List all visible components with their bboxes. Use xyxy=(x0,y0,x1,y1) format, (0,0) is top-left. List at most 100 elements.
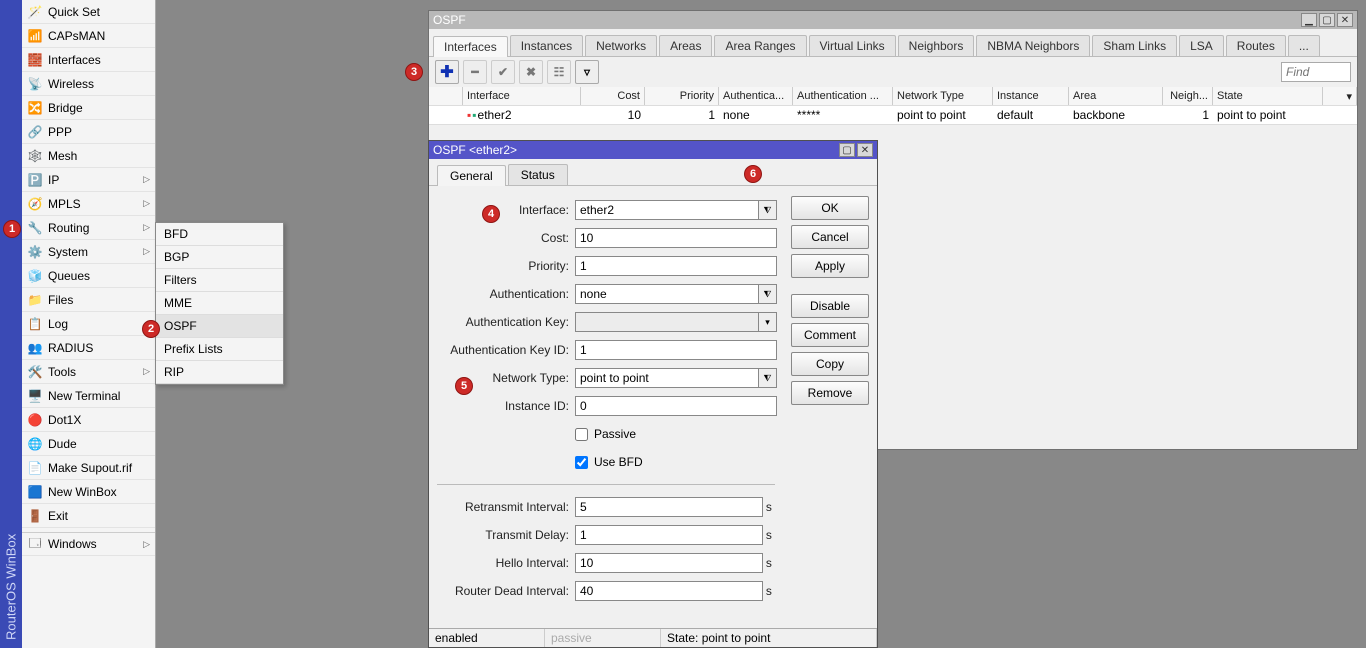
sidebar-item-log[interactable]: 📋Log xyxy=(22,312,155,336)
table-row[interactable]: ▪▪ether2 10 1 none ***** point to point … xyxy=(429,106,1357,125)
submenu-item-prefix-lists[interactable]: Prefix Lists xyxy=(156,338,283,361)
ospf-window-titlebar[interactable]: OSPF ▁ ▢ ✕ xyxy=(429,11,1357,29)
comment-button[interactable]: ☷ xyxy=(547,60,571,84)
callout-1: 1 xyxy=(3,220,21,238)
sidebar-item-tools[interactable]: 🛠️Tools▷ xyxy=(22,360,155,384)
th-auth[interactable]: Authentica... xyxy=(719,87,793,105)
sidebar-item-system[interactable]: ⚙️System▷ xyxy=(22,240,155,264)
submenu-item-mme[interactable]: MME xyxy=(156,292,283,315)
authkeyid-input[interactable] xyxy=(575,340,777,360)
sidebar-item-mpls[interactable]: 🧭MPLS▷ xyxy=(22,192,155,216)
apply-button[interactable]: Apply xyxy=(791,254,869,278)
auth-select[interactable]: none⧨ xyxy=(575,284,777,304)
tab-status[interactable]: Status xyxy=(508,164,568,185)
usebfd-checkbox[interactable] xyxy=(575,456,588,469)
th-neigh[interactable]: Neigh... xyxy=(1163,87,1213,105)
tab-instances[interactable]: Instances xyxy=(510,35,583,56)
passive-checkbox[interactable] xyxy=(575,428,588,441)
dead-input[interactable] xyxy=(575,581,763,601)
filter-button[interactable]: ▿ xyxy=(575,60,599,84)
instid-input[interactable] xyxy=(575,396,777,416)
nettype-select[interactable]: point to point⧨ xyxy=(575,368,777,388)
th-authkey[interactable]: Authentication ... xyxy=(793,87,893,105)
sidebar-item-capsman[interactable]: 📶CAPsMAN xyxy=(22,24,155,48)
sidebar-item-wireless[interactable]: 📡Wireless xyxy=(22,72,155,96)
tab--[interactable]: ... xyxy=(1288,35,1320,56)
th-interface[interactable]: Interface xyxy=(463,87,581,105)
remove-button[interactable]: ━ xyxy=(463,60,487,84)
chevron-down-icon[interactable]: ▾ xyxy=(758,313,776,331)
submenu-item-rip[interactable]: RIP xyxy=(156,361,283,384)
sidebar-item-queues[interactable]: 🧊Queues xyxy=(22,264,155,288)
disable-button[interactable]: ✖ xyxy=(519,60,543,84)
sidebar-item-interfaces[interactable]: 🧱Interfaces xyxy=(22,48,155,72)
th-flag[interactable] xyxy=(429,87,463,105)
sidebar-item-dude[interactable]: 🌐Dude xyxy=(22,432,155,456)
tab-neighbors[interactable]: Neighbors xyxy=(898,35,975,56)
tab-interfaces[interactable]: Interfaces xyxy=(433,36,508,57)
sidebar-item-ip[interactable]: 🅿️IP▷ xyxy=(22,168,155,192)
dialog-close-icon[interactable]: ✕ xyxy=(857,143,873,157)
remove-button[interactable]: Remove xyxy=(791,381,869,405)
sidebar-item-dot1x[interactable]: 🔴Dot1X xyxy=(22,408,155,432)
tab-areas[interactable]: Areas xyxy=(659,35,712,56)
comment-button[interactable]: Comment xyxy=(791,323,869,347)
sidebar-item-mesh[interactable]: 🕸️Mesh xyxy=(22,144,155,168)
enable-button[interactable]: ✔ xyxy=(491,60,515,84)
tab-nbma-neighbors[interactable]: NBMA Neighbors xyxy=(976,35,1090,56)
chevron-down-icon[interactable]: ⧨ xyxy=(758,285,776,303)
chevron-down-icon[interactable]: ⧨ xyxy=(758,369,776,387)
tab-lsa[interactable]: LSA xyxy=(1179,35,1224,56)
submenu-item-filters[interactable]: Filters xyxy=(156,269,283,292)
sidebar-item-new-winbox[interactable]: 🟦New WinBox xyxy=(22,480,155,504)
sidebar-item-radius[interactable]: 👥RADIUS xyxy=(22,336,155,360)
submenu-item-bfd[interactable]: BFD xyxy=(156,223,283,246)
txdelay-input[interactable] xyxy=(575,525,763,545)
minimize-icon[interactable]: ▁ xyxy=(1301,13,1317,27)
sidebar-item-quick-set[interactable]: 🪄Quick Set xyxy=(22,0,155,24)
sidebar-item-new-terminal[interactable]: 🖥️New Terminal xyxy=(22,384,155,408)
label-passive: Passive xyxy=(594,427,636,441)
tab-sham-links[interactable]: Sham Links xyxy=(1092,35,1177,56)
ok-button[interactable]: OK xyxy=(791,196,869,220)
sidebar-item-make-supout.rif[interactable]: 📄Make Supout.rif xyxy=(22,456,155,480)
sidebar-item-windows[interactable]: 🗔Windows▷ xyxy=(22,532,155,556)
priority-input[interactable] xyxy=(575,256,777,276)
sidebar-item-routing[interactable]: 🔧Routing▷ xyxy=(22,216,155,240)
tab-area-ranges[interactable]: Area Ranges xyxy=(714,35,806,56)
add-button[interactable]: ✚ xyxy=(435,60,459,84)
submenu-item-ospf[interactable]: OSPF xyxy=(156,315,283,338)
dialog-maximize-icon[interactable]: ▢ xyxy=(839,143,855,157)
tab-networks[interactable]: Networks xyxy=(585,35,657,56)
copy-button[interactable]: Copy xyxy=(791,352,869,376)
sidebar-item-ppp[interactable]: 🔗PPP xyxy=(22,120,155,144)
tab-general[interactable]: General xyxy=(437,165,506,186)
chevron-down-icon[interactable]: ⧨ xyxy=(758,201,776,219)
find-input[interactable] xyxy=(1281,62,1351,82)
th-state[interactable]: State xyxy=(1213,87,1323,105)
dialog-form: Interface: ether2⧨ Cost: Priority: Authe… xyxy=(429,186,783,628)
submenu-item-bgp[interactable]: BGP xyxy=(156,246,283,269)
authkey-input[interactable]: ▾ xyxy=(575,312,777,332)
close-icon[interactable]: ✕ xyxy=(1337,13,1353,27)
th-instance[interactable]: Instance xyxy=(993,87,1069,105)
tab-virtual-links[interactable]: Virtual Links xyxy=(809,35,896,56)
cost-input[interactable] xyxy=(575,228,777,248)
interface-select[interactable]: ether2⧨ xyxy=(575,200,777,220)
tab-routes[interactable]: Routes xyxy=(1226,35,1286,56)
cancel-button[interactable]: Cancel xyxy=(791,225,869,249)
sidebar-item-exit[interactable]: 🚪Exit xyxy=(22,504,155,528)
sidebar-item-bridge[interactable]: 🔀Bridge xyxy=(22,96,155,120)
th-expand[interactable]: ▾ xyxy=(1323,87,1357,105)
sidebar-item-files[interactable]: 📁Files xyxy=(22,288,155,312)
th-nettype[interactable]: Network Type xyxy=(893,87,993,105)
disable-button[interactable]: Disable xyxy=(791,294,869,318)
retransmit-input[interactable] xyxy=(575,497,763,517)
label-instid: Instance ID: xyxy=(435,399,569,413)
th-area[interactable]: Area xyxy=(1069,87,1163,105)
hello-input[interactable] xyxy=(575,553,763,573)
th-cost[interactable]: Cost xyxy=(581,87,645,105)
th-priority[interactable]: Priority xyxy=(645,87,719,105)
dialog-titlebar[interactable]: OSPF <ether2> ▢ ✕ xyxy=(429,141,877,159)
maximize-icon[interactable]: ▢ xyxy=(1319,13,1335,27)
